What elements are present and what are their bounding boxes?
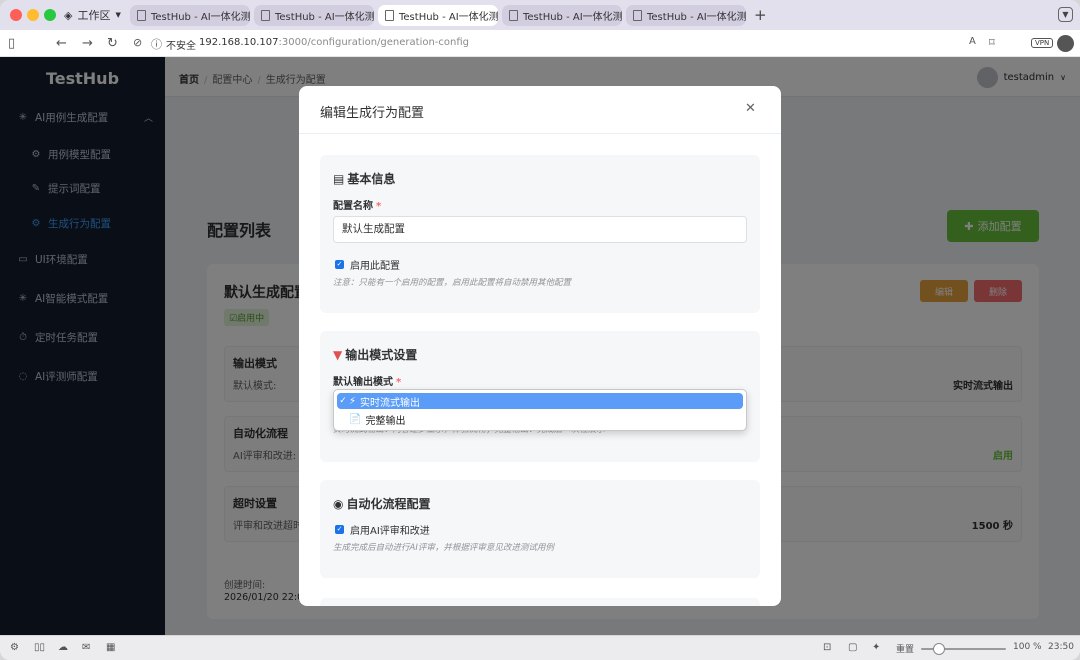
info-icon[interactable]: ⓘ	[151, 36, 162, 52]
tab-overview-button[interactable]: ▼	[1058, 7, 1073, 22]
profile-avatar[interactable]	[1057, 35, 1074, 52]
browser-tab[interactable]: TestHub - AI一体化测试平	[130, 5, 250, 26]
page-icon: 📄	[349, 413, 362, 425]
dialog-title: 编辑生成行为配置	[320, 106, 425, 121]
page-icon	[137, 10, 146, 21]
page-icon	[509, 10, 518, 21]
next-panel-edge	[320, 598, 760, 606]
translate-icon[interactable]: A	[969, 36, 976, 47]
checkbox-label: 启用此配置	[350, 261, 400, 272]
checkmark-icon: ✓	[339, 396, 347, 406]
zoom-reset-label[interactable]: 重置	[896, 642, 914, 655]
zoom-slider-handle[interactable]	[933, 643, 945, 655]
option-label: 实时流式输出	[360, 397, 421, 409]
settings-icon[interactable]: ⚙	[10, 642, 19, 653]
automation-panel: ◉ 自动化流程配置 ✓ 启用AI评审和改进 生成完成后自动进行AI评审，并根据评审意…	[320, 480, 760, 578]
split-view-icon[interactable]: ▯▯	[34, 642, 45, 653]
option-stream-output[interactable]: ✓ ⚡ 实时流式输出	[337, 393, 743, 409]
sidebar-toggle-icon[interactable]: ▯	[8, 36, 15, 51]
panel-title-text: 自动化流程配置	[346, 497, 431, 511]
inbox-icon: ▼	[333, 347, 343, 362]
panel-title-text: 输出模式设置	[345, 348, 418, 362]
dialog-header: 编辑生成行为配置 ✕	[299, 86, 781, 134]
field-label: 配置名称 *	[333, 197, 381, 212]
browser-tab[interactable]: TestHub - AI一体化测试平	[502, 5, 622, 26]
robot-icon: ◉	[333, 496, 344, 511]
url-field[interactable]: 192.168.10.107:3000/configuration/genera…	[199, 37, 469, 48]
back-arrow-icon[interactable]: ←	[56, 36, 67, 51]
checkbox-label: 启用AI评审和改进	[350, 526, 430, 537]
enable-ai-review-checkbox[interactable]: ✓ 启用AI评审和改进	[335, 522, 430, 537]
zoom-window-button[interactable]	[44, 9, 56, 21]
field-label-text: 默认输出模式	[333, 377, 393, 388]
workspace-label: 工作区	[77, 9, 111, 22]
lightning-icon: ⚡	[349, 395, 357, 407]
browser-tab-active[interactable]: TestHub - AI一体化测试平	[378, 5, 498, 26]
bookmark-icon[interactable]: ⌑	[989, 36, 995, 49]
browser-tab[interactable]: TestHub - AI一体化测试平	[626, 5, 746, 26]
chevron-down-icon: ▼	[115, 11, 121, 19]
config-name-input[interactable]: 默认生成配置	[333, 216, 747, 243]
site-settings-icon[interactable]: ⊘	[133, 36, 142, 49]
option-full-output[interactable]: 📄 完整输出	[337, 411, 743, 427]
required-mark: *	[396, 377, 402, 388]
zoom-level: 100 %	[1013, 642, 1042, 652]
url-host: 192.168.10.107	[199, 37, 279, 48]
tab-bar: ◈ 工作区 ▼ TestHub - AI一体化测试平 TestHub - AI一…	[0, 0, 1080, 30]
browser-window: ◈ 工作区 ▼ TestHub - AI一体化测试平 TestHub - AI一…	[0, 0, 1080, 660]
page-icon	[633, 10, 642, 21]
minimize-window-button[interactable]	[27, 9, 39, 21]
vpn-badge[interactable]: VPN	[1031, 38, 1054, 48]
chevron-down-icon: ▼	[1062, 10, 1069, 19]
workspace-switcher[interactable]: ◈ 工作区 ▼	[64, 7, 121, 23]
edit-config-dialog: 编辑生成行为配置 ✕ ▤ 基本信息 配置名称 * 默认生成配置 ✓ 启用此配置 注意：…	[299, 86, 781, 606]
enable-config-checkbox[interactable]: ✓ 启用此配置	[335, 257, 400, 272]
field-hint: 生成完成后自动进行AI评审，并根据评审意见改进测试用例	[333, 543, 554, 553]
page-icon	[261, 10, 270, 21]
screenshot-icon[interactable]: ⊡	[823, 642, 831, 653]
panel-title: ▼ 输出模式设置	[333, 346, 417, 363]
forward-arrow-icon[interactable]: →	[82, 36, 93, 51]
mail-icon[interactable]: ✉	[82, 642, 90, 653]
browser-status-bar: ⚙ ▯▯ ☁ ✉ ▦ ⊡ ▢ ✦ 重置 100 % 23:50	[0, 635, 1080, 660]
notepad-icon: ▤	[333, 171, 345, 186]
field-hint: 注意：只能有一个启用的配置，启用此配置将自动禁用其他配置	[333, 278, 572, 288]
browser-tab[interactable]: TestHub - AI一体化测试平	[254, 5, 374, 26]
field-label-text: 配置名称	[333, 201, 373, 212]
close-window-button[interactable]	[10, 9, 22, 21]
panel-title-text: 基本信息	[347, 172, 396, 186]
output-mode-dropdown: ✓ ⚡ 实时流式输出 📄 完整输出	[333, 389, 747, 431]
checkbox-checked-icon: ✓	[335, 525, 344, 534]
required-mark: *	[376, 201, 382, 212]
panel-title: ▤ 基本信息	[333, 170, 395, 187]
new-tab-button[interactable]: +	[754, 6, 767, 24]
extension-icon[interactable]: ✦	[872, 642, 880, 653]
tab-label: TestHub - AI一体化测试平	[399, 12, 498, 23]
reload-icon[interactable]: ↻	[107, 36, 118, 51]
clock: 23:50	[1048, 642, 1074, 652]
calendar-icon[interactable]: ▦	[106, 642, 115, 653]
layers-icon: ◈	[64, 8, 73, 22]
cloud-icon[interactable]: ☁	[58, 642, 68, 653]
panel-title: ◉ 自动化流程配置	[333, 495, 431, 512]
tab-label: TestHub - AI一体化测试平	[151, 12, 250, 23]
option-label: 完整输出	[365, 415, 406, 427]
url-path: :3000/configuration/generation-config	[278, 37, 470, 48]
tab-label: TestHub - AI一体化测试平	[647, 12, 746, 23]
address-bar: ▯ ← → ↻ ⊘ ⓘ 不安全 192.168.10.107:3000/conf…	[0, 30, 1080, 57]
tab-label: TestHub - AI一体化测试平	[523, 12, 622, 23]
tab-label: TestHub - AI一体化测试平	[275, 12, 374, 23]
checkbox-checked-icon: ✓	[335, 260, 344, 269]
field-label: 默认输出模式 *	[333, 373, 401, 388]
security-label[interactable]: 不安全	[166, 37, 196, 52]
basic-info-panel: ▤ 基本信息 配置名称 * 默认生成配置 ✓ 启用此配置 注意：只能有一个启用的配置，…	[320, 155, 760, 313]
window-icon[interactable]: ▢	[848, 642, 857, 653]
page-icon	[385, 10, 394, 21]
close-icon[interactable]: ✕	[745, 101, 756, 116]
